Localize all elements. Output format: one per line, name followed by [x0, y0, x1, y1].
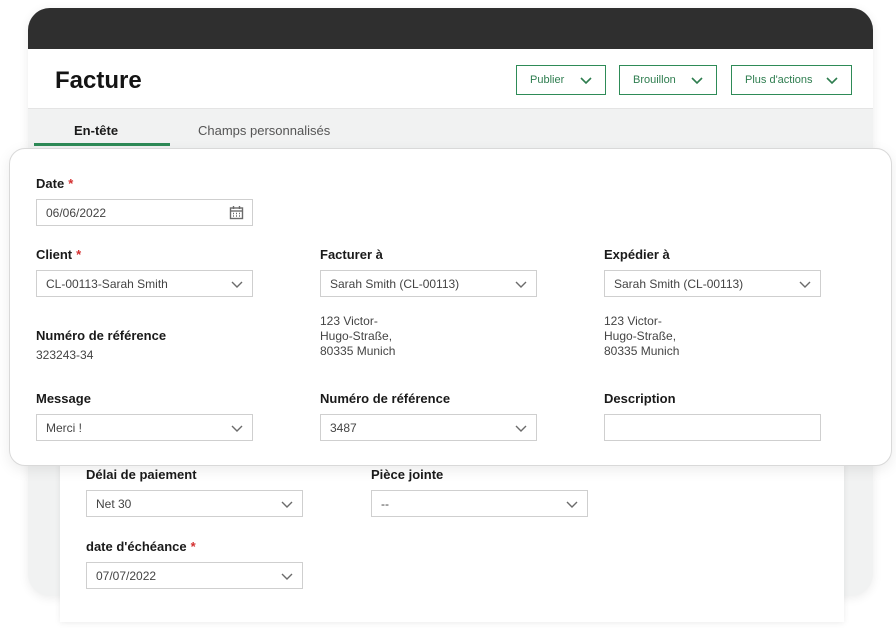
ship-to-address-line: 80335 Munich: [604, 344, 680, 358]
bill-to-select[interactable]: Sarah Smith (CL-00113): [320, 270, 537, 297]
calendar-icon[interactable]: [229, 205, 244, 220]
client-value: CL-00113-Sarah Smith: [46, 276, 168, 291]
bill-to-address-line: Hugo-Straße,: [320, 329, 393, 343]
ship-to-value: Sarah Smith (CL-00113): [614, 276, 744, 291]
ship-to-address-line: 123 Victor-: [604, 314, 662, 328]
active-tab-indicator: [34, 143, 170, 146]
attachment-value: --: [381, 496, 389, 511]
secondary-form-panel: Délai de paiement Net 30 Pièce jointe --…: [60, 440, 844, 622]
chevron-down-icon: [691, 77, 703, 85]
page-header: Facture Publier Brouillon Plus d'actions: [28, 49, 873, 109]
ship-to-select[interactable]: Sarah Smith (CL-00113): [604, 270, 821, 297]
tab-custom-fields[interactable]: Champs personnalisés: [198, 123, 330, 138]
bill-to-address-line: 123 Victor-: [320, 314, 378, 328]
message-label: Message: [36, 391, 91, 406]
reference-number-label: Numéro de référence: [36, 328, 167, 343]
tab-bar: En-tête Champs personnalisés: [28, 109, 873, 147]
draft-button-label: Brouillon: [633, 74, 676, 86]
bill-to-address: 123 Victor- Hugo-Straße, 80335 Munich: [320, 314, 395, 359]
publish-button-label: Publier: [530, 74, 565, 86]
bill-to-address-line: 80335 Munich: [320, 344, 396, 358]
message-value: Merci !: [46, 420, 82, 435]
date-value: 06/06/2022: [46, 205, 107, 220]
page-title: Facture: [55, 67, 142, 94]
date-label: Date *: [36, 176, 73, 191]
client-label-text: Client: [36, 247, 73, 262]
payment-terms-select[interactable]: Net 30: [86, 490, 303, 517]
ship-to-label: Expédier à: [604, 247, 670, 262]
reference-number-value: 323243-34: [36, 348, 94, 362]
draft-button[interactable]: Brouillon: [619, 65, 717, 95]
due-date-value: 07/07/2022: [96, 568, 157, 583]
payment-terms-value: Net 30: [96, 496, 132, 511]
ship-to-address-line: Hugo-Straße,: [604, 329, 677, 343]
chevron-down-icon: [799, 281, 811, 288]
due-date-label: date d'échéance *: [86, 539, 196, 554]
due-date-select[interactable]: 07/07/2022: [86, 562, 303, 589]
payment-terms-label: Délai de paiement: [86, 467, 197, 482]
bill-to-value: Sarah Smith (CL-00113): [330, 276, 460, 291]
invoice-header-form: Date * 06/06/2022 Client * CL-00113-Sarah …: [9, 148, 892, 466]
description-input[interactable]: [604, 414, 821, 441]
attachment-label: Pièce jointe: [371, 467, 444, 482]
reference-number-select[interactable]: 3487: [320, 414, 537, 441]
due-date-label-text: date d'échéance: [86, 539, 187, 554]
date-label-text: Date: [36, 176, 65, 191]
ship-to-address: 123 Victor- Hugo-Straße, 80335 Munich: [604, 314, 679, 359]
chevron-down-icon: [566, 501, 578, 508]
date-input[interactable]: 06/06/2022: [36, 199, 253, 226]
bill-to-label: Facturer à: [320, 247, 383, 262]
required-marker: *: [76, 247, 82, 262]
chevron-down-icon: [580, 77, 592, 85]
attachment-select[interactable]: --: [371, 490, 588, 517]
chevron-down-icon: [281, 573, 293, 580]
chevron-down-icon: [826, 77, 838, 85]
tab-header[interactable]: En-tête: [74, 123, 118, 138]
chevron-down-icon: [231, 425, 243, 432]
description-label: Description: [604, 391, 676, 406]
client-select[interactable]: CL-00113-Sarah Smith: [36, 270, 253, 297]
reference-number-2-label: Numéro de référence: [320, 391, 451, 406]
publish-button[interactable]: Publier: [516, 65, 606, 95]
chevron-down-icon: [515, 425, 527, 432]
chevron-down-icon: [281, 501, 293, 508]
window-titlebar: [28, 8, 873, 49]
message-select[interactable]: Merci !: [36, 414, 253, 441]
client-label: Client *: [36, 247, 81, 262]
required-marker: *: [190, 539, 196, 554]
required-marker: *: [68, 176, 74, 191]
more-actions-button-label: Plus d'actions: [745, 74, 813, 86]
reference-number-2-value: 3487: [330, 420, 357, 435]
chevron-down-icon: [231, 281, 243, 288]
chevron-down-icon: [515, 281, 527, 288]
more-actions-button[interactable]: Plus d'actions: [731, 65, 852, 95]
